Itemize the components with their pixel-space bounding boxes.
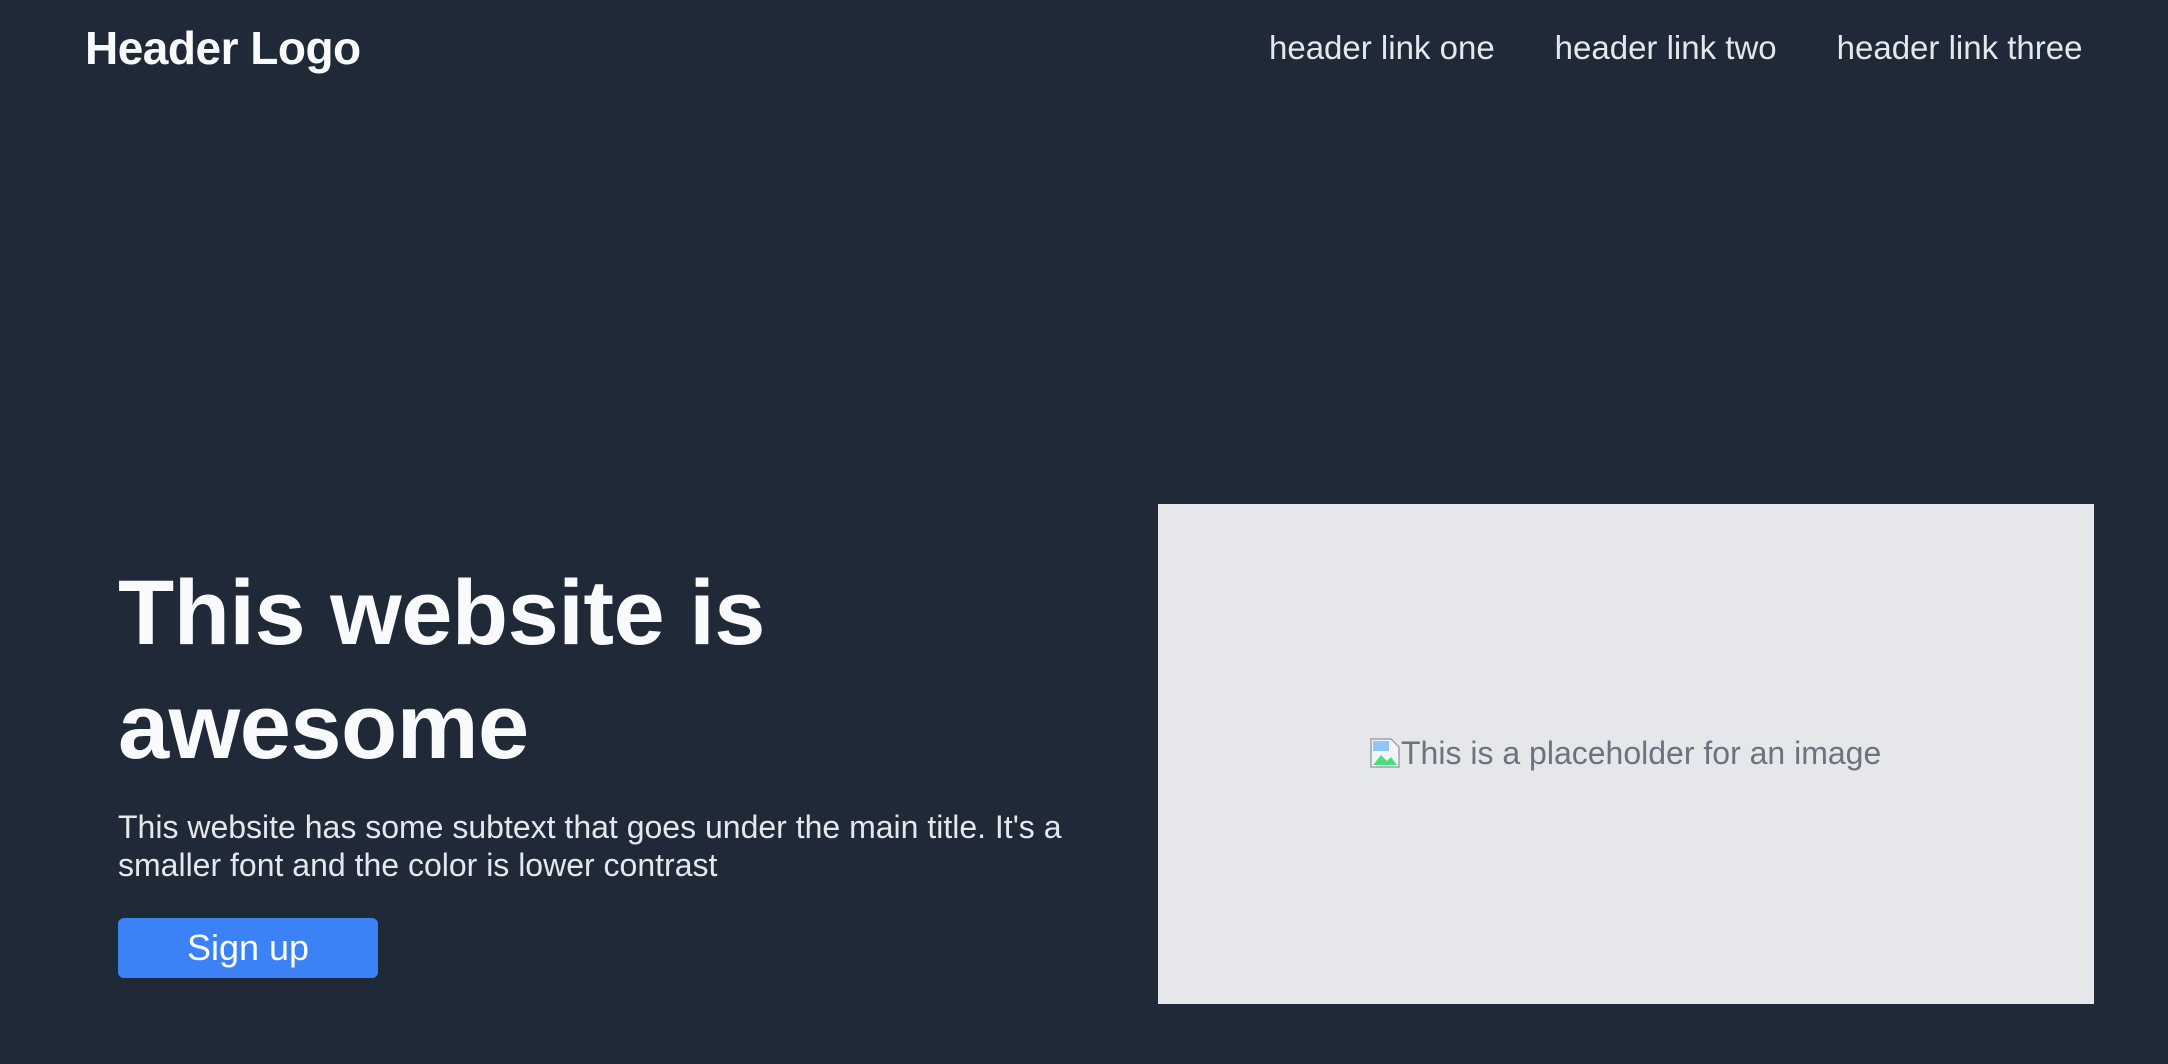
image-alt-text: This is a placeholder for an image: [1401, 735, 1882, 771]
header-link-two[interactable]: header link two: [1555, 26, 1777, 70]
header-nav: header link one header link two header l…: [1269, 26, 2082, 70]
hero-subtext: This website has some subtext that goes …: [118, 809, 1062, 883]
header-link-three[interactable]: header link three: [1837, 26, 2083, 70]
image-placeholder: This is a placeholder for an image: [1369, 733, 1881, 773]
hero-text: This website is awesome: [118, 556, 1118, 784]
header-link-one[interactable]: header link one: [1269, 26, 1495, 70]
hero-title: This website is awesome: [118, 562, 765, 778]
signup-button[interactable]: Sign up: [118, 918, 378, 978]
header-logo[interactable]: Header Logo: [85, 20, 361, 76]
broken-image-icon: [1369, 737, 1401, 769]
